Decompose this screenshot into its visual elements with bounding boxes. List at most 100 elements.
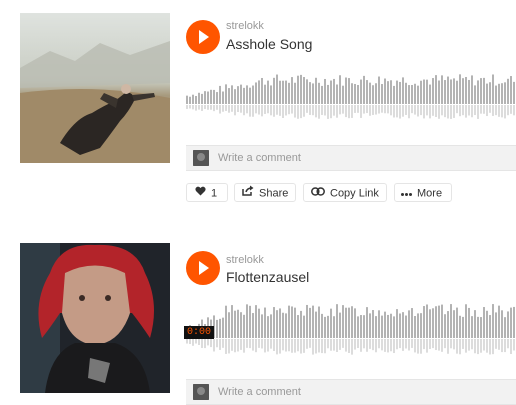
waveform-bar-reflection [435, 105, 437, 117]
waveform-bar-reflection [321, 105, 323, 115]
waveform-bar [387, 314, 389, 338]
waveform-bar [342, 85, 344, 104]
waveform-bar-reflection [477, 105, 479, 119]
waveform-bar-reflection [411, 105, 413, 114]
waveform-bar-reflection [213, 339, 215, 352]
waveform-bar-reflection [222, 105, 224, 112]
waveform-bar-reflection [417, 339, 419, 354]
waveform-bar-reflection [510, 105, 512, 114]
waveform-bar-reflection [453, 339, 455, 350]
waveform-bar-reflection [480, 105, 482, 114]
waveform-bar-reflection [384, 105, 386, 114]
track-artwork[interactable] [20, 243, 170, 393]
waveform-bar [513, 306, 515, 338]
waveform-bar-reflection [309, 105, 311, 115]
play-button[interactable] [186, 20, 220, 54]
waveform-bar-reflection [327, 105, 329, 119]
track-username[interactable]: strelokk [226, 20, 264, 32]
waveform-bar-reflection [375, 105, 377, 115]
waveform-bar-reflection [249, 105, 251, 117]
more-button[interactable]: More [394, 183, 452, 202]
waveform-bar [336, 84, 338, 104]
waveform-bar [444, 314, 446, 338]
waveform-bar-reflection [399, 105, 401, 119]
track-artwork[interactable] [20, 13, 170, 163]
waveform-bar [399, 81, 401, 104]
comment-input[interactable] [218, 149, 498, 167]
waveform-bar [315, 77, 317, 104]
waveform-bar-reflection [237, 339, 239, 352]
waveform-bar [276, 74, 278, 104]
waveform-bar-reflection [369, 339, 371, 349]
like-button[interactable]: 1 [186, 183, 228, 202]
waveform-bar-reflection [438, 339, 440, 351]
track-title[interactable]: Flottenzausel [226, 269, 309, 285]
avatar [193, 150, 209, 166]
track-username[interactable]: strelokk [226, 254, 264, 266]
waveform-bar [288, 305, 290, 338]
waveform-bar [375, 83, 377, 104]
waveform-bar-reflection [348, 339, 350, 353]
waveform-bar-reflection [447, 339, 449, 354]
waveform-bar-reflection [456, 105, 458, 114]
waveform-bar [213, 89, 215, 104]
waveform-bar [477, 80, 479, 104]
waveform-bar-reflection [339, 339, 341, 350]
waveform-bar [381, 84, 383, 104]
waveform-bar-reflection [390, 105, 392, 116]
waveform-bar-reflection [498, 339, 500, 350]
waveform-bar [366, 80, 368, 104]
waveform-bar [315, 311, 317, 338]
waveform-bar [456, 307, 458, 338]
waveform-bar-reflection [474, 105, 476, 116]
waveform-bar [240, 312, 242, 338]
waveform-bar-reflection [357, 339, 359, 348]
waveform-bar [345, 77, 347, 104]
waveform[interactable] [186, 64, 516, 124]
track-title[interactable]: Asshole Song [226, 36, 312, 52]
more-icon [401, 184, 412, 203]
waveform-bar [246, 304, 248, 338]
waveform-bar-reflection [330, 105, 332, 119]
waveform-bar-reflection [243, 339, 245, 353]
waveform-bar-reflection [504, 105, 506, 119]
waveform-bar-reflection [420, 339, 422, 354]
waveform-bar [231, 305, 233, 338]
waveform-bar [249, 87, 251, 104]
waveform[interactable] [186, 298, 516, 358]
waveform-bar-reflection [399, 339, 401, 349]
copy-link-button[interactable]: Copy Link [303, 183, 387, 202]
waveform-bar [267, 80, 269, 104]
share-label: Share [259, 187, 289, 200]
waveform-bar [351, 83, 353, 104]
waveform-bar-reflection [255, 105, 257, 114]
waveform-bar-reflection [294, 339, 296, 353]
waveform-bar-reflection [351, 339, 353, 355]
comment-input[interactable] [218, 383, 498, 401]
waveform-bar-reflection [510, 339, 512, 354]
waveform-bar [417, 313, 419, 338]
waveform-bar-reflection [441, 105, 443, 116]
waveform-bar [246, 85, 248, 104]
waveform-bar-reflection [456, 339, 458, 354]
waveform-bar [222, 91, 224, 104]
waveform-bar-reflection [495, 105, 497, 116]
waveform-bar [288, 82, 290, 104]
waveform-bar-reflection [225, 105, 227, 111]
waveform-bar-reflection [195, 105, 197, 111]
waveform-bar [207, 91, 209, 104]
waveform-bar [228, 312, 230, 338]
waveform-bar-reflection [279, 339, 281, 354]
waveform-bar [276, 310, 278, 338]
waveform-bar [237, 309, 239, 338]
waveform-bar-reflection [369, 105, 371, 116]
share-button[interactable]: Share [234, 183, 296, 202]
play-button[interactable] [186, 251, 220, 285]
waveform-bar-reflection [216, 105, 218, 110]
waveform-bar-reflection [366, 105, 368, 114]
more-label: More [417, 187, 443, 200]
waveform-bar-reflection [393, 105, 395, 118]
waveform-bar-reflection [396, 105, 398, 118]
waveform-bar [273, 77, 275, 104]
waveform-bar-reflection [438, 105, 440, 119]
